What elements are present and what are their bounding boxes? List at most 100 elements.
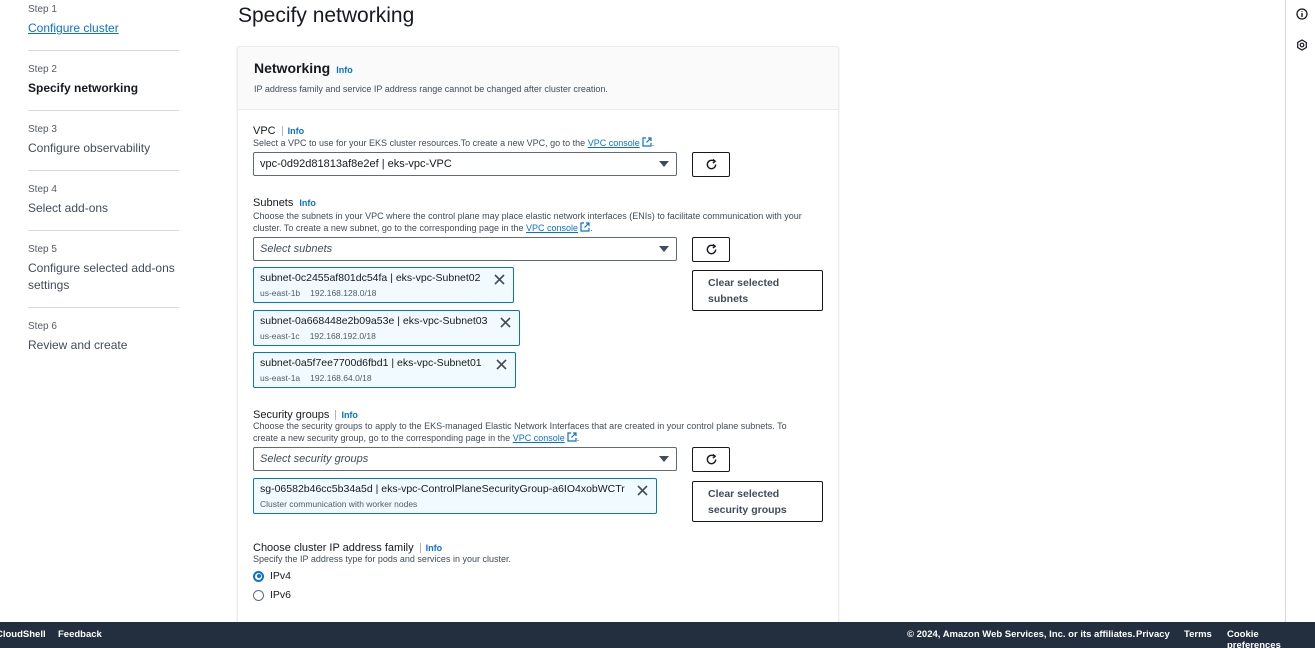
step-title-configure-observability: Configure observability <box>28 141 151 155</box>
vpc-select[interactable]: vpc-0d92d81813af8e2ef | eks-vpc-VPC <box>253 152 677 176</box>
utility-rail <box>1285 0 1315 622</box>
close-icon[interactable] <box>500 317 511 328</box>
step-number: Step 3 <box>28 124 57 135</box>
subnet-cidr: 192.168.192.0/18 <box>309 331 376 341</box>
feedback-link[interactable]: Feedback <box>58 629 102 640</box>
radio-label-ipv4: IPv4 <box>270 570 292 582</box>
step-2: Step 2 Specify networking <box>28 51 179 111</box>
vpc-selected-value: vpc-0d92d81813af8e2ef | eks-vpc-VPC <box>260 158 452 170</box>
copyright-text: © 2024, Amazon Web Services, Inc. or its… <box>907 629 1136 640</box>
subnets-select[interactable]: Select subnets <box>253 237 677 261</box>
vpc-description: Select a VPC to use for your EKS cluster… <box>253 137 833 149</box>
networking-header: Networking Info IP address family and ser… <box>238 47 838 110</box>
ip-family-info-link[interactable]: Info <box>419 543 443 553</box>
subnet-az: us-east-1a <box>260 373 301 383</box>
subnets-label: Subnets <box>253 197 294 209</box>
security-groups-placeholder: Select security groups <box>260 453 369 465</box>
cloudshell-link[interactable]: CloudShell <box>0 629 46 640</box>
refresh-icon <box>706 158 716 170</box>
sg-vpc-console-link[interactable]: VPC console <box>513 433 565 443</box>
wizard-steps: Step 1 Configure cluster Step 2 Specify … <box>28 0 179 367</box>
step-link-configure-cluster[interactable]: Configure cluster <box>28 20 179 37</box>
vpc-label: VPC <box>253 125 276 137</box>
external-link-icon[interactable] <box>642 137 652 147</box>
close-icon[interactable] <box>637 485 648 496</box>
subnet-cidr: 192.168.128.0/18 <box>310 288 377 298</box>
vpc-description-end: . <box>651 138 655 148</box>
subnets-description-end: . <box>590 223 593 233</box>
security-group-token-name: sg-06582b46cc5b34a5d | eks-vpc-ControlPl… <box>260 483 625 495</box>
subnets-label-row: Subnets Info <box>253 193 316 211</box>
radio-ipv4[interactable]: IPv4 <box>253 570 291 582</box>
subnet-token-meta: us-east-1b 192.168.128.0/18 <box>260 287 507 299</box>
clear-selected-security-groups-button[interactable]: Clear selected security groups <box>692 481 823 522</box>
vpc-refresh-button[interactable] <box>692 152 730 177</box>
subnet-cidr: 192.168.64.0/18 <box>310 373 372 383</box>
caret-down-icon <box>659 161 669 167</box>
subnet-az: us-east-1b <box>260 288 301 298</box>
info-circle-icon[interactable] <box>1296 8 1308 20</box>
privacy-link[interactable]: Privacy <box>1136 629 1170 640</box>
cookie-preferences-link[interactable]: Cookie preferences <box>1227 629 1315 648</box>
security-groups-refresh-button[interactable] <box>692 447 730 472</box>
radio-label-ipv6: IPv6 <box>270 589 292 601</box>
caret-down-icon <box>659 456 669 462</box>
subnet-token-name: subnet-0c2455af801dc54fa | eks-vpc-Subne… <box>260 272 481 284</box>
external-link-icon[interactable] <box>580 222 590 232</box>
subnet-token-name: subnet-0a668448e2b09a53e | eks-vpc-Subne… <box>260 315 488 327</box>
step-number: Step 6 <box>28 321 57 332</box>
networking-description: IP address family and service IP address… <box>254 84 608 94</box>
step-number: Step 1 <box>28 4 57 15</box>
vpc-description-text: Select a VPC to use for your EKS cluster… <box>253 138 586 148</box>
vpc-console-link[interactable]: VPC console <box>588 138 640 148</box>
radio-button-checked[interactable] <box>253 570 264 582</box>
subnet-az: us-east-1c <box>260 331 300 341</box>
step-number: Step 2 <box>28 64 57 75</box>
subnet-token-meta: us-east-1a 192.168.64.0/18 <box>260 372 509 384</box>
security-group-token: sg-06582b46cc5b34a5d | eks-vpc-ControlPl… <box>253 478 657 514</box>
subnets-placeholder: Select subnets <box>260 243 333 255</box>
step-title-configure-add-ons: Configure selected add-ons settings <box>28 261 175 292</box>
close-icon[interactable] <box>496 359 507 370</box>
settings-icon[interactable] <box>1296 39 1308 51</box>
page-title: Specify networking <box>238 4 415 27</box>
step-number: Step 4 <box>28 184 57 195</box>
vpc-info-link[interactable]: Info <box>281 126 305 136</box>
subnet-token: subnet-0a5f7ee7700d6fbd1 | eks-vpc-Subne… <box>253 352 516 388</box>
security-groups-description: Choose the security groups to apply to t… <box>253 420 813 444</box>
security-groups-select[interactable]: Select security groups <box>253 447 677 471</box>
step-1: Step 1 Configure cluster <box>28 0 179 51</box>
step-number: Step 5 <box>28 244 57 255</box>
step-3: Step 3 Configure observability <box>28 111 179 171</box>
external-link-icon[interactable] <box>567 432 577 442</box>
terms-link[interactable]: Terms <box>1184 629 1212 640</box>
caret-down-icon <box>659 246 669 252</box>
security-group-token-desc: Cluster communication with worker nodes <box>260 499 418 509</box>
ip-family-description: Specify the IP address type for pods and… <box>253 554 511 564</box>
step-4: Step 4 Select add-ons <box>28 171 179 231</box>
refresh-icon <box>706 243 716 255</box>
step-title-select-add-ons: Select add-ons <box>28 201 109 215</box>
subnet-token-name: subnet-0a5f7ee7700d6fbd1 | eks-vpc-Subne… <box>260 357 482 369</box>
console-footer: CloudShell Feedback © 2024, Amazon Web S… <box>0 622 1315 648</box>
step-6: Step 6 Review and create <box>28 308 179 367</box>
subnets-info-link[interactable]: Info <box>299 198 316 208</box>
security-groups-info-link[interactable]: Info <box>335 410 358 420</box>
security-groups-description-end: . <box>576 433 580 443</box>
subnet-token-meta: us-east-1c 192.168.192.0/18 <box>260 330 513 342</box>
close-icon[interactable] <box>494 274 505 285</box>
radio-ipv6[interactable]: IPv6 <box>253 589 291 601</box>
step-current-specify-networking: Specify networking <box>28 81 139 95</box>
radio-button[interactable] <box>253 589 264 601</box>
subnet-token: subnet-0c2455af801dc54fa | eks-vpc-Subne… <box>253 267 514 303</box>
step-5: Step 5 Configure selected add-ons settin… <box>28 231 179 308</box>
subnets-description: Choose the subnets in your VPC where the… <box>253 210 828 234</box>
subnets-refresh-button[interactable] <box>692 237 730 262</box>
subnets-vpc-console-link[interactable]: VPC console <box>526 223 578 233</box>
refresh-icon <box>706 453 716 465</box>
step-title-review-and-create: Review and create <box>28 338 128 352</box>
networking-info-link[interactable]: Info <box>336 65 353 75</box>
networking-heading: Networking <box>254 60 331 76</box>
clear-selected-subnets-button[interactable]: Clear selected subnets <box>692 270 823 311</box>
subnet-token: subnet-0a668448e2b09a53e | eks-vpc-Subne… <box>253 310 520 346</box>
